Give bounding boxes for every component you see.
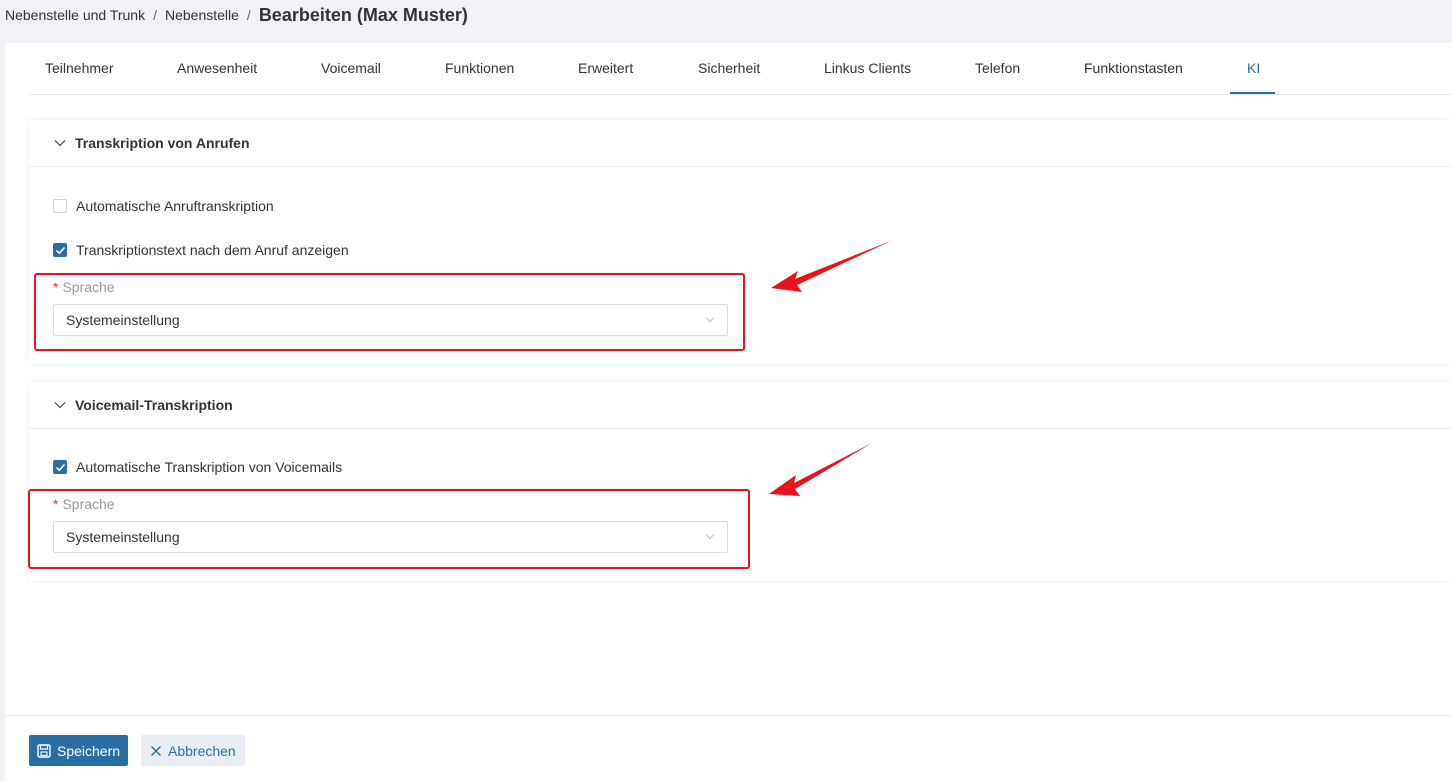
save-icon: [37, 743, 51, 758]
auto-call-transcription-option[interactable]: Automatische Anruftranskription: [53, 197, 274, 215]
select-value: Systemeinstellung: [66, 529, 180, 545]
tab-anwesenheit[interactable]: Anwesenheit: [177, 43, 257, 94]
breadcrumb-item-nebenstelle[interactable]: Nebenstelle: [165, 7, 239, 23]
auto-voicemail-transcription-option[interactable]: Automatische Transkription von Voicemail…: [53, 458, 342, 476]
checkbox-label: Transkriptionstext nach dem Anruf anzeig…: [76, 242, 349, 258]
label-text: Sprache: [62, 496, 115, 512]
tab-funktionen[interactable]: Funktionen: [445, 43, 514, 94]
language-field-label: * Sprache: [53, 496, 115, 512]
voicemail-transcription-section: Voicemail-Transkription Automatische Tra…: [29, 382, 1452, 581]
section-title: Transkription von Anrufen: [75, 135, 250, 151]
required-mark: *: [53, 496, 59, 512]
show-transcription-text-option[interactable]: Transkriptionstext nach dem Anruf anzeig…: [53, 241, 349, 259]
tab-teilnehmer[interactable]: Teilnehmer: [45, 43, 113, 94]
main-panel: Teilnehmer Anwesenheit Voicemail Funktio…: [5, 43, 1452, 781]
checkmark-icon: [55, 246, 66, 255]
select-value: Systemeinstellung: [66, 312, 180, 328]
chevron-down-icon: [54, 402, 66, 409]
save-button-label: Speichern: [57, 742, 121, 759]
voicemail-transcription-header[interactable]: Voicemail-Transkription: [29, 382, 1452, 429]
tab-sicherheit[interactable]: Sicherheit: [698, 43, 760, 94]
tab-erweitert[interactable]: Erweitert: [578, 43, 633, 94]
close-icon: [150, 745, 162, 757]
auto-call-transcription-checkbox[interactable]: [53, 199, 67, 213]
chevron-down-icon: [705, 534, 715, 540]
tab-voicemail[interactable]: Voicemail: [321, 43, 381, 94]
tab-funktionstasten[interactable]: Funktionstasten: [1084, 43, 1183, 94]
save-button[interactable]: Speichern: [29, 735, 129, 766]
cancel-button-label: Abbrechen: [168, 742, 236, 759]
call-transcription-section: Transkription von Anrufen Automatische A…: [29, 120, 1452, 364]
language-select[interactable]: Systemeinstellung: [53, 521, 728, 553]
page-title: Bearbeiten (Max Muster): [258, 4, 468, 25]
language-select[interactable]: Systemeinstellung: [53, 304, 728, 336]
annotation-arrow-icon: [771, 240, 893, 292]
checkbox-label: Automatische Transkription von Voicemail…: [76, 459, 343, 475]
tab-linkus-clients[interactable]: Linkus Clients: [824, 43, 911, 94]
footer-divider: [5, 715, 1452, 716]
tab-telefon[interactable]: Telefon: [975, 43, 1020, 94]
chevron-down-icon: [54, 140, 66, 147]
breadcrumb: Nebenstelle und Trunk / Nebenstelle / Be…: [5, 4, 468, 26]
cancel-button[interactable]: Abbrechen: [141, 735, 245, 766]
chevron-down-icon: [705, 317, 715, 323]
section-title: Voicemail-Transkription: [75, 397, 233, 413]
tab-ki[interactable]: KI: [1247, 43, 1260, 94]
required-mark: *: [53, 279, 59, 295]
label-text: Sprache: [62, 279, 115, 295]
tab-bar: Teilnehmer Anwesenheit Voicemail Funktio…: [29, 43, 1452, 95]
annotation-arrow-icon: [769, 443, 872, 496]
active-tab-indicator: [1230, 92, 1275, 94]
auto-voicemail-transcription-checkbox[interactable]: [53, 460, 67, 474]
breadcrumb-separator: /: [153, 7, 157, 23]
language-field-label: * Sprache: [53, 279, 115, 295]
breadcrumb-separator: /: [246, 7, 251, 23]
checkbox-label: Automatische Anruftranskription: [76, 198, 274, 214]
breadcrumb-item-nebenstelle-und-trunk[interactable]: Nebenstelle und Trunk: [5, 7, 145, 23]
show-transcription-text-checkbox[interactable]: [53, 243, 67, 257]
checkmark-icon: [55, 463, 66, 472]
call-transcription-header[interactable]: Transkription von Anrufen: [29, 120, 1452, 167]
